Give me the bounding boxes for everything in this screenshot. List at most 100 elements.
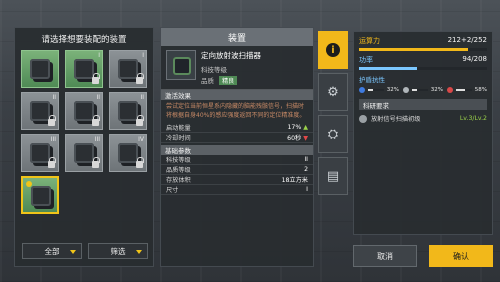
effect-stat-row: 启动能量 17% ▲ (161, 123, 313, 134)
device-slot[interactable] (21, 176, 59, 214)
config-tab[interactable]: ⛭ (318, 115, 348, 153)
lock-icon (92, 157, 100, 168)
resistance-bar-fill (412, 89, 418, 91)
device-slot[interactable]: II (65, 92, 103, 130)
base-param-row: 品质等级 2 (161, 165, 313, 176)
research-item-name: 放射信号扫描初级 (371, 116, 421, 123)
chevron-down-icon (136, 250, 142, 254)
base-param-row: 尺寸 I (161, 185, 313, 196)
device-slot[interactable]: I (109, 50, 147, 88)
device-info: 定向放射波扫描器 科技等级 品质 精良 (201, 50, 261, 85)
device-name: 定向放射波扫描器 (201, 51, 261, 60)
base-params: 科技等级 II 品质等级 2 存放体积 18立方米 尺寸 I (161, 155, 313, 196)
filter-all-dropdown[interactable]: 全部 (22, 243, 82, 259)
base-param-row: 存放体积 18立方米 (161, 175, 313, 186)
resistance-type-icon (447, 87, 453, 93)
resistance-value: 32% (386, 87, 399, 93)
device-slot[interactable]: III (65, 134, 103, 172)
device-icon (118, 143, 138, 163)
resistance-bar (412, 89, 428, 91)
device-icon (74, 101, 94, 121)
resistance-bar (456, 89, 472, 91)
lock-icon (48, 157, 56, 168)
device-slot[interactable]: III (21, 134, 59, 172)
effect-section-title: 激活效果 (161, 90, 313, 100)
param-value: 18立方米 (281, 177, 308, 185)
lock-icon (48, 115, 56, 126)
efficiency-label: 功率 (359, 56, 373, 64)
filter-dropdown[interactable]: 筛选 (88, 243, 148, 259)
quality-badge: 精良 (219, 76, 238, 85)
power-value: 212+2/252 (447, 36, 487, 44)
resistance-bar-fill (368, 89, 374, 91)
efficiency-bar (359, 67, 487, 70)
device-icon (118, 101, 138, 121)
efficiency-value: 94/208 (462, 55, 487, 63)
param-value: I (306, 186, 308, 194)
research-icon (359, 114, 367, 123)
quality-label: 品质 (201, 77, 214, 85)
lock-icon (92, 115, 100, 126)
param-label: 尺寸 (166, 187, 179, 195)
shield-resistance-label: 护盾抗性 (359, 76, 385, 84)
device-slot[interactable] (21, 50, 59, 88)
device-detail-panel: 装置 定向放射波扫描器 科技等级 品质 精良 激活效果 尝试定位当前恒星系内隐藏… (160, 27, 314, 267)
device-slot[interactable]: IV (109, 134, 147, 172)
filter-all-label: 全部 (44, 246, 60, 256)
chevron-down-icon (70, 250, 76, 254)
config-icon: ⛭ (327, 126, 339, 142)
confirm-button[interactable]: 确认 (429, 245, 493, 267)
effect-stat-row: 冷却时间 60秒 ▼ (161, 133, 313, 144)
ship-stats-panel: 运算力 212+2/252 功率 94/208 护盾抗性 32% 32% 58% 科… (353, 31, 493, 235)
param-label: 存放体积 (166, 177, 191, 185)
cancel-button[interactable]: 取消 (353, 245, 417, 267)
cargo-tab[interactable]: ▤ (318, 157, 348, 195)
power-label: 运算力 (359, 37, 380, 45)
module-tab[interactable]: ⚙ (318, 73, 348, 111)
research-requirement-row: 放射信号扫描初级 Lv.3/Lv.2 (359, 114, 487, 123)
resistance-value: 58% (474, 87, 487, 93)
device-icon (118, 59, 138, 79)
stat-label: 冷却时间 (166, 135, 191, 143)
resistance-item: 58% (447, 87, 487, 93)
stat-label: 启动能量 (166, 125, 191, 133)
device-summary: 定向放射波扫描器 科技等级 品质 精良 (161, 46, 313, 90)
resistance-bar (368, 89, 384, 91)
efficiency-stat: 功率 94/208 (359, 55, 487, 70)
param-label: 品质等级 (166, 167, 191, 175)
tech-level-row: 科技等级 (201, 64, 261, 74)
device-icon (74, 143, 94, 163)
device-tier: II (140, 94, 144, 101)
device-grid: I I II II II III III IV (21, 50, 147, 214)
side-tabs: i ⚙ ⛭ ▤ (318, 31, 348, 199)
resistance-item: 32% (403, 87, 443, 93)
lock-icon (136, 73, 144, 84)
device-icon (30, 101, 50, 121)
cargo-icon: ▤ (326, 168, 340, 184)
stat-value-wrap: 60秒 ▼ (287, 133, 308, 142)
device-slot[interactable]: I (65, 50, 103, 88)
device-slot[interactable]: II (109, 92, 147, 130)
filter-label: 筛选 (110, 246, 126, 256)
shield-resistance-rows: 32% 32% 58% (359, 84, 487, 93)
base-params-title: 基础参数 (161, 145, 313, 156)
stat-value-wrap: 17% ▲ (287, 124, 308, 131)
resistance-item: 32% (359, 87, 399, 93)
device-icon (31, 186, 51, 206)
lock-icon (136, 157, 144, 168)
device-tier: II (52, 94, 56, 101)
effect-description: 尝试定位当前恒星系内隐藏的脑能残骸信号，扫描时将根据自身40%的感应强度返回不同… (166, 103, 306, 119)
param-label: 科技等级 (166, 157, 191, 165)
lock-icon (92, 73, 100, 84)
research-level: Lv.3/Lv.2 (459, 115, 487, 122)
module-icon: ⚙ (327, 84, 339, 100)
device-tier: I (142, 52, 144, 59)
arrow-down-icon: ▼ (303, 135, 308, 143)
info-tab[interactable]: i (318, 31, 348, 69)
device-thumbnail (166, 50, 196, 80)
device-slot[interactable]: II (21, 92, 59, 130)
efficiency-bar-fill (359, 67, 417, 70)
device-tier: III (50, 136, 56, 143)
power-bar-fill (359, 48, 468, 51)
device-icon (30, 59, 50, 79)
